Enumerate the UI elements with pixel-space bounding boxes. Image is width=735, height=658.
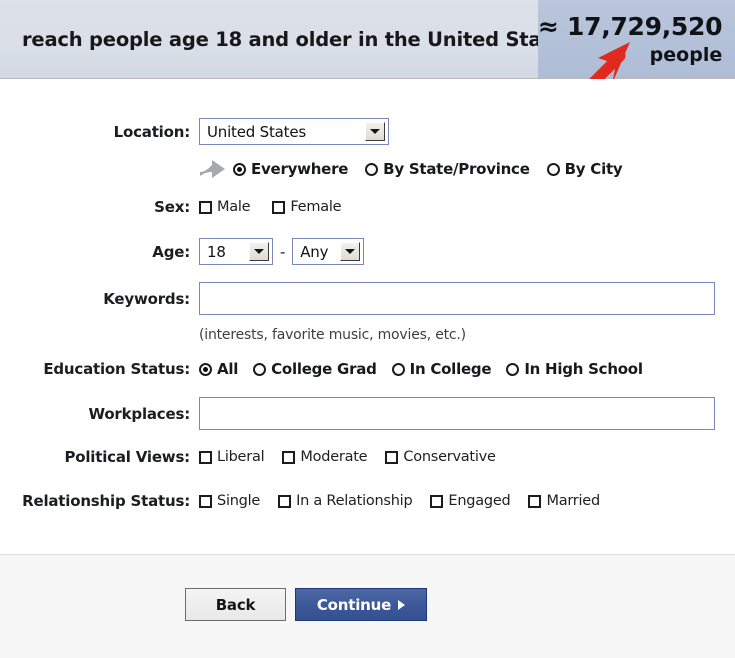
checkbox-engaged[interactable] [430,494,444,508]
sex-option-male-label: Male [217,199,251,215]
back-button[interactable]: Back [185,588,286,621]
scope-option-by-state-label: By State/Province [383,160,530,178]
scope-option-by-city[interactable]: By City [546,160,623,178]
form-footer: Back Continue [0,554,735,658]
reach-count-panel: ≈ 17,729,520 people [538,0,735,78]
location-select-value: United States [207,122,306,141]
sex-label: Sex: [154,198,190,216]
political-views-row: Political Views: Liberal Moderate Conser… [0,448,496,466]
radio-by-city[interactable] [546,162,560,176]
keywords-row: Keywords: [0,282,715,315]
relationship-status-label: Relationship Status: [22,492,190,510]
political-option-liberal[interactable]: Liberal [199,449,265,465]
relationship-option-married-label: Married [546,493,600,509]
checkbox-single[interactable] [199,494,212,508]
caret-right-icon [398,599,406,610]
radio-college-grad[interactable] [253,362,267,376]
reach-count-value: ≈ 17,729,520 [538,11,723,41]
location-select[interactable]: United States [199,118,389,145]
sex-option-female[interactable]: Female [272,199,342,215]
education-option-in-college[interactable]: In College [391,360,492,378]
political-option-conservative-label: Conservative [403,449,496,465]
sex-option-male[interactable]: Male [199,199,251,215]
continue-button[interactable]: Continue [295,588,427,621]
relationship-option-engaged-label: Engaged [448,493,511,509]
radio-in-high-school[interactable] [506,362,520,376]
radio-everywhere[interactable] [233,162,246,176]
education-status-row: Education Status: All College Grad In Co… [0,360,643,378]
sex-row: Sex: Male Female [0,198,341,216]
relationship-option-single-label: Single [217,493,261,509]
checkbox-liberal[interactable] [199,450,212,464]
checkbox-married[interactable] [528,494,542,508]
location-label: Location: [113,122,191,141]
education-option-college-grad[interactable]: College Grad [253,360,377,378]
keywords-hint-text: (interests, favorite music, movies, etc.… [199,327,466,343]
age-max-value: Any [300,242,329,261]
reach-sentence-text: reach people age 18 and older in the Uni… [22,27,583,51]
education-option-all-label: All [217,360,239,378]
relationship-option-married[interactable]: Married [528,493,600,509]
keywords-label: Keywords: [103,289,190,308]
scope-option-by-city-label: By City [564,160,623,178]
scope-option-everywhere-label: Everywhere [251,160,349,178]
political-option-moderate-label: Moderate [300,449,368,465]
age-label: Age: [152,242,190,261]
reach-sentence-panel: reach people age 18 and older in the Uni… [0,0,582,78]
reach-count-unit: people [649,43,723,66]
scope-option-everywhere[interactable]: Everywhere [233,160,348,178]
checkbox-moderate[interactable] [282,450,296,464]
political-views-label: Political Views: [64,448,190,466]
chevron-down-icon[interactable] [249,242,269,261]
reach-estimate-header: reach people age 18 and older in the Uni… [0,0,735,79]
location-row: Location: United States [0,118,400,145]
education-option-in-college-label: In College [409,360,492,378]
age-min-value: 18 [207,242,226,261]
workplaces-row: Workplaces: [0,397,715,430]
political-option-moderate[interactable]: Moderate [282,449,368,465]
relationship-option-in-a-relationship-label: In a Relationship [296,493,413,509]
workplaces-label: Workplaces: [88,404,191,423]
targeting-form: Location: United States Everywhere By St… [0,79,735,554]
radio-all[interactable] [199,362,212,376]
relationship-option-in-a-relationship[interactable]: In a Relationship [278,493,413,509]
age-max-select[interactable]: Any [292,238,365,265]
location-scope-row: Everywhere By State/Province By City [199,159,623,179]
education-option-college-grad-label: College Grad [271,360,377,378]
education-option-in-high-school[interactable]: In High School [506,360,643,378]
education-option-all[interactable]: All [199,360,238,378]
political-option-liberal-label: Liberal [217,449,265,465]
checkbox-conservative[interactable] [385,450,399,464]
checkbox-male[interactable] [199,200,212,214]
workplaces-input[interactable] [199,397,715,430]
curved-arrow-icon [200,160,225,178]
sex-option-female-label: Female [290,199,342,215]
education-status-label: Education Status: [43,360,190,378]
scope-option-by-state[interactable]: By State/Province [365,160,530,178]
keywords-hint-row: (interests, favorite music, movies, etc.… [199,327,466,343]
political-option-conservative[interactable]: Conservative [385,449,496,465]
relationship-status-row: Relationship Status: Single In a Relatio… [0,492,600,510]
keywords-input[interactable] [199,282,715,315]
checkbox-in-a-relationship[interactable] [278,494,292,508]
age-range-separator: - [280,242,286,261]
relationship-option-single[interactable]: Single [199,493,260,509]
radio-by-state[interactable] [365,162,379,176]
age-min-select[interactable]: 18 [199,238,273,265]
relationship-option-engaged[interactable]: Engaged [430,493,511,509]
age-row: Age: 18 - Any [0,238,365,265]
chevron-down-icon[interactable] [340,242,361,261]
education-option-in-high-school-label: In High School [524,360,643,378]
checkbox-female[interactable] [272,200,286,214]
chevron-down-icon[interactable] [365,122,385,141]
continue-button-label: Continue [316,595,392,614]
radio-in-college[interactable] [391,362,405,376]
